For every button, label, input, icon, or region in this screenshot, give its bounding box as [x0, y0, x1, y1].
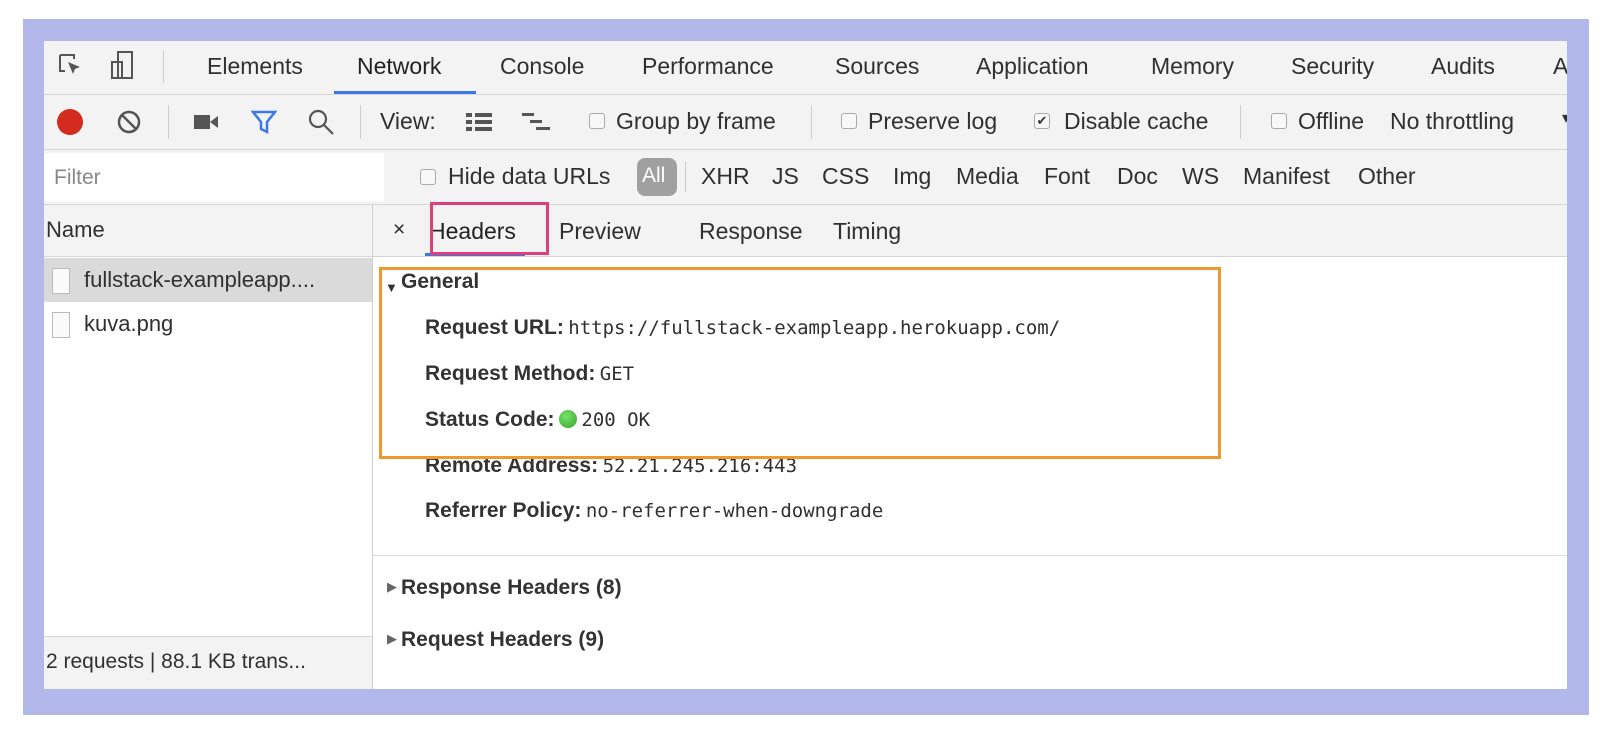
filter-type-ws[interactable]: WS: [1182, 163, 1219, 190]
request-name: fullstack-exampleapp....: [84, 267, 316, 292]
device-toolbar-icon[interactable]: [110, 50, 134, 80]
section-divider: [373, 555, 1567, 556]
devtools-panel: Elements Network Console Performance Sou…: [44, 41, 1567, 689]
headers-tab-highlight: [430, 202, 549, 255]
tab-audits[interactable]: Audits: [1431, 53, 1495, 80]
response-headers-section[interactable]: ▶ Response Headers (8): [373, 570, 1567, 610]
hide-data-urls-label: Hide data URLs: [448, 163, 611, 189]
collapsed-triangle-icon: ▶: [387, 631, 397, 646]
request-list: Name fullstack-exampleapp.... kuva.png 2…: [44, 205, 373, 689]
tab-console[interactable]: Console: [500, 53, 584, 80]
clear-icon[interactable]: [116, 109, 142, 135]
tab-sources[interactable]: Sources: [835, 53, 919, 80]
tab-elements[interactable]: Elements: [207, 53, 303, 80]
name-column-header[interactable]: Name: [44, 205, 372, 257]
filter-type-other[interactable]: Other: [1358, 163, 1416, 190]
inspect-element-icon[interactable]: [58, 53, 84, 79]
tab-preview[interactable]: Preview: [559, 218, 641, 245]
tab-timing[interactable]: Timing: [833, 218, 901, 245]
request-headers-section[interactable]: ▶ Request Headers (9): [373, 622, 1567, 662]
filter-placeholder: Filter: [54, 166, 101, 189]
filter-type-xhr[interactable]: XHR: [701, 163, 750, 190]
general-row: Referrer Policy: no-referrer-when-downgr…: [425, 499, 883, 523]
preserve-log-checkbox[interactable]: [841, 113, 857, 129]
general-section-highlight: [379, 267, 1221, 459]
request-name: kuva.png: [84, 311, 174, 336]
network-toolbar: View: Group by frame Preserve log ✔ Disa…: [44, 95, 1567, 150]
tab-performance[interactable]: Performance: [642, 53, 774, 80]
request-headers-title: Request Headers (9): [401, 628, 605, 651]
filter-input[interactable]: Filter: [44, 153, 384, 201]
filter-type-img[interactable]: Img: [893, 163, 931, 190]
group-by-frame-label: Group by frame: [616, 108, 776, 134]
tab-more[interactable]: A: [1553, 53, 1567, 80]
filter-icon[interactable]: [251, 109, 277, 135]
hide-data-urls-checkbox[interactable]: [420, 169, 436, 185]
filter-type-all[interactable]: All: [637, 158, 677, 196]
response-headers-title: Response Headers (8): [401, 576, 622, 599]
filter-type-js[interactable]: JS: [772, 163, 799, 190]
overview-waterfall-icon[interactable]: [522, 112, 550, 132]
filter-type-media[interactable]: Media: [956, 163, 1019, 190]
filter-type-manifest[interactable]: Manifest: [1243, 163, 1330, 190]
referrer-policy-label: Referrer Policy:: [425, 499, 582, 522]
filter-type-css[interactable]: CSS: [822, 163, 869, 190]
offline-label: Offline: [1298, 108, 1365, 134]
status-bar: 2 requests | 88.1 KB trans...: [44, 636, 372, 689]
filter-type-doc[interactable]: Doc: [1117, 163, 1158, 190]
group-by-frame-checkbox[interactable]: [589, 113, 605, 129]
document-file-icon: [52, 268, 70, 294]
disable-cache-checkbox[interactable]: ✔: [1034, 113, 1050, 129]
search-icon[interactable]: [307, 108, 335, 136]
request-row[interactable]: kuva.png: [44, 302, 372, 346]
main-tab-bar: Elements Network Console Performance Sou…: [44, 41, 1567, 95]
filter-type-font[interactable]: Font: [1044, 163, 1090, 190]
request-row[interactable]: fullstack-exampleapp....: [44, 258, 372, 302]
record-icon[interactable]: [57, 109, 83, 135]
screenshot-camera-icon[interactable]: [194, 113, 220, 131]
close-icon[interactable]: ×: [393, 218, 405, 242]
tab-application[interactable]: Application: [976, 53, 1089, 80]
tab-security[interactable]: Security: [1291, 53, 1374, 80]
detail-tab-bar: × Headers Preview Response Timing: [373, 205, 1567, 257]
disable-cache-label: Disable cache: [1064, 108, 1209, 134]
tab-response[interactable]: Response: [699, 218, 803, 245]
large-rows-icon[interactable]: [466, 112, 492, 132]
name-header-label: Name: [46, 217, 105, 242]
image-file-icon: [52, 312, 70, 338]
request-summary: 2 requests | 88.1 KB trans...: [46, 650, 306, 673]
filter-type-all-label: All: [642, 164, 666, 187]
referrer-policy-value: no-referrer-when-downgrade: [585, 500, 884, 522]
active-tab-indicator: [334, 91, 476, 94]
filter-bar: Filter Hide data URLs All XHR JS CSS Img…: [44, 150, 1567, 205]
throttling-select[interactable]: No throttling: [1390, 108, 1514, 135]
preserve-log-label: Preserve log: [868, 108, 998, 134]
collapsed-triangle-icon: ▶: [387, 579, 397, 594]
offline-checkbox[interactable]: [1271, 113, 1287, 129]
throttling-chevron-icon[interactable]: ▾: [1562, 108, 1567, 128]
tab-network[interactable]: Network: [357, 53, 441, 80]
view-label: View:: [380, 108, 436, 134]
tab-memory[interactable]: Memory: [1151, 53, 1234, 80]
